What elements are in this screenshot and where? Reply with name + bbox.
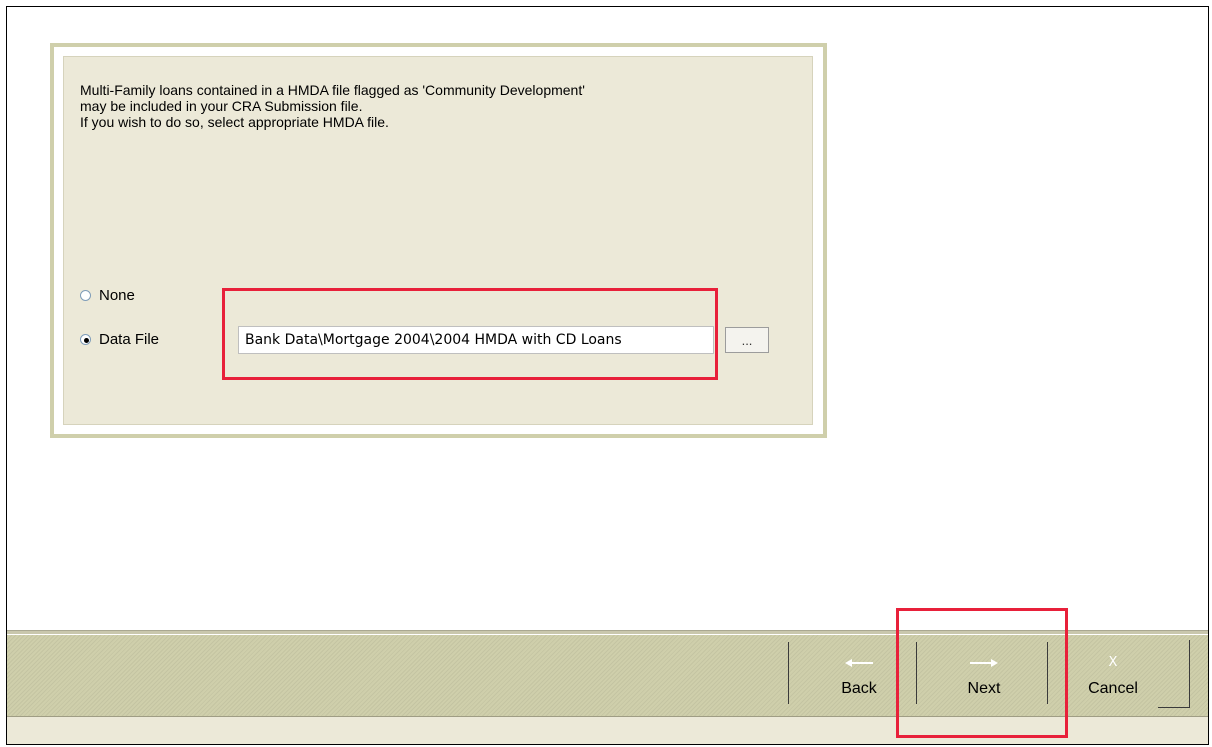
radio-none-button[interactable] (80, 289, 91, 301)
info-line: Multi-Family loans contained in a HMDA f… (80, 82, 585, 98)
radio-data-file[interactable]: Data File (80, 329, 159, 349)
radio-data-file-button[interactable] (80, 333, 91, 345)
close-icon-glyph: X (1108, 655, 1118, 670)
close-icon: X (1109, 656, 1118, 670)
info-line: If you wish to do so, select appropriate… (80, 114, 389, 130)
arrow-left-icon (845, 656, 873, 670)
footer-separator (788, 642, 789, 704)
radio-none-label: None (99, 286, 135, 304)
info-message: Multi-Family loans contained in a HMDA f… (80, 82, 780, 130)
next-button[interactable]: Next (929, 640, 1039, 708)
info-line: may be included in your CRA Submission f… (80, 98, 363, 114)
arrow-right-icon (970, 656, 998, 670)
footer-separator (1189, 640, 1190, 707)
data-file-path-input[interactable] (238, 326, 714, 354)
cancel-button[interactable]: X Cancel (1058, 640, 1168, 708)
cancel-label: Cancel (1088, 680, 1138, 697)
footer-separator (916, 642, 917, 704)
next-label: Next (967, 680, 1001, 697)
browse-button[interactable]: ... (725, 327, 769, 353)
footer-divider (7, 630, 1208, 634)
footer-separator (1047, 642, 1048, 704)
radio-none[interactable]: None (80, 285, 135, 305)
footer-bottom-strip (7, 717, 1208, 744)
back-label: Back (841, 680, 877, 697)
radio-data-file-label: Data File (99, 330, 160, 348)
back-button[interactable]: Back (804, 640, 914, 708)
